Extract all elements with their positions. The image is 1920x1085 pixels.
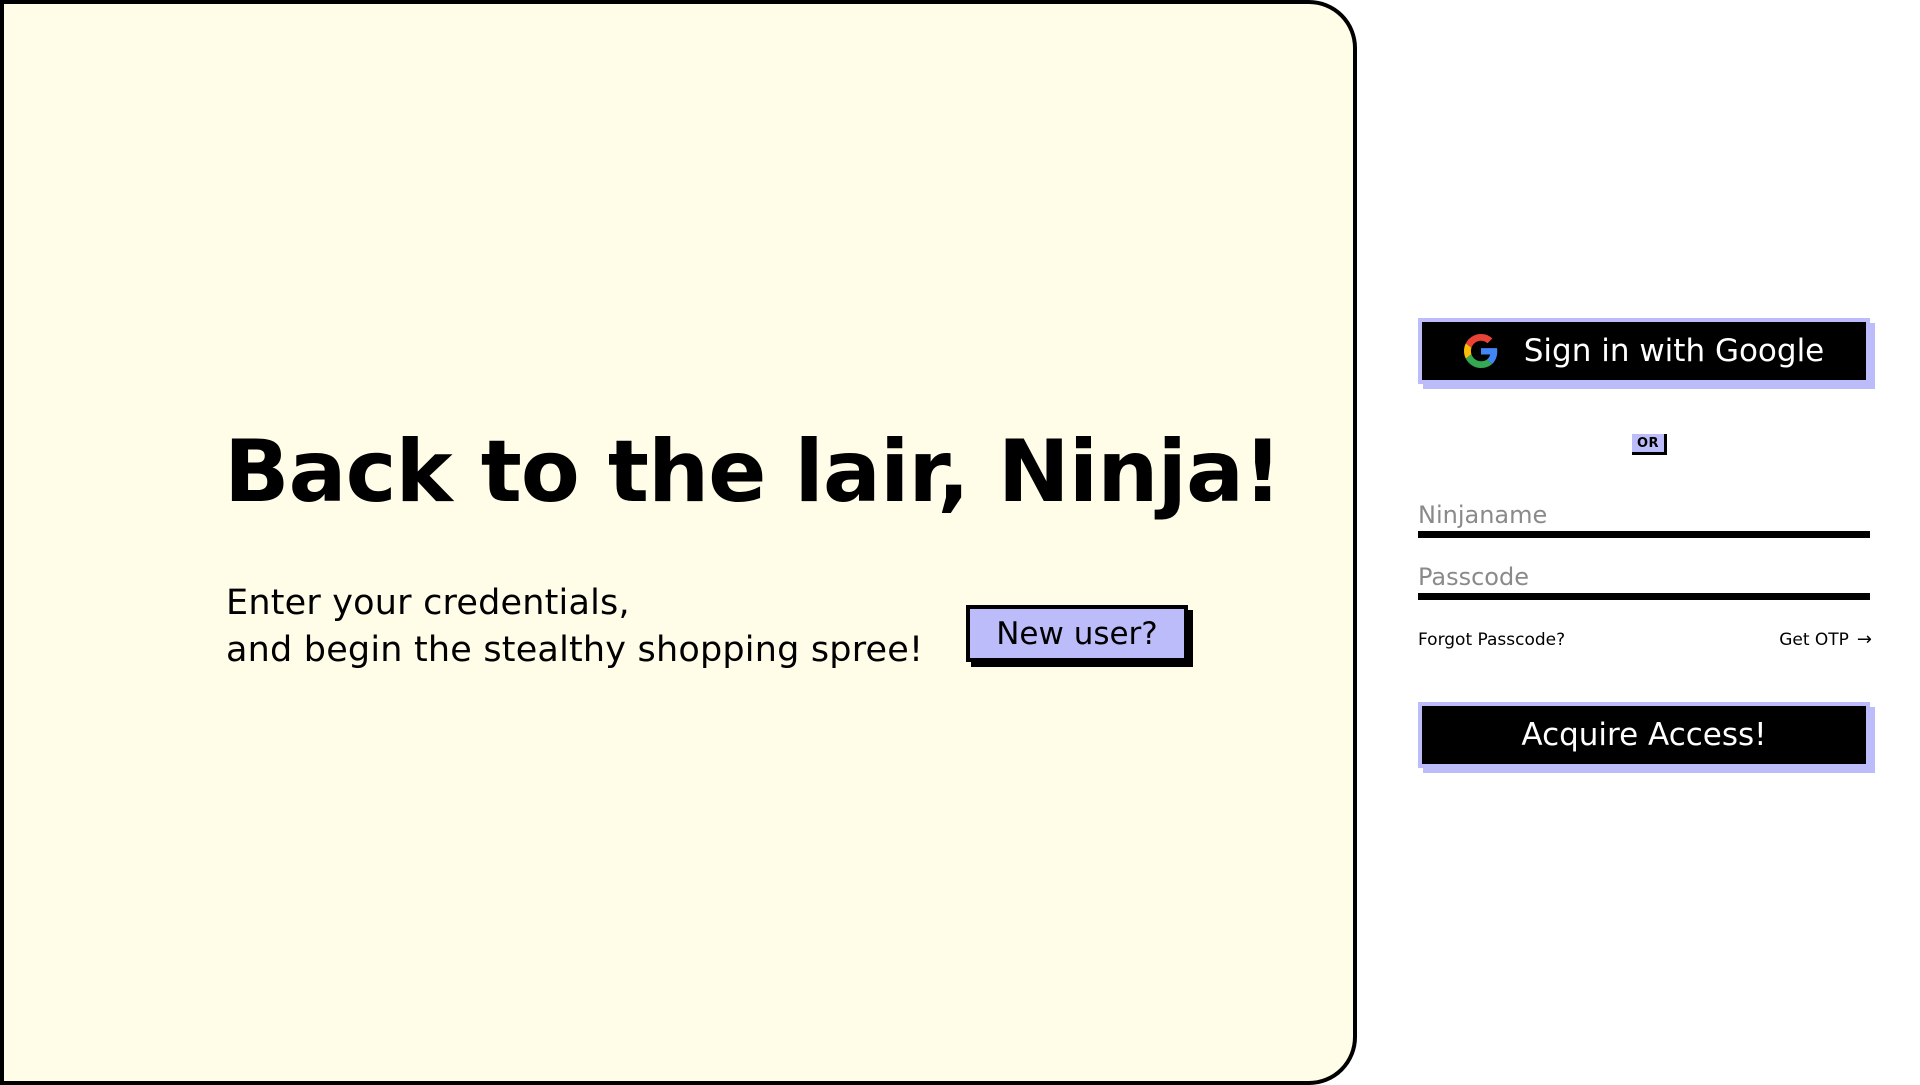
passcode-input[interactable] xyxy=(1418,560,1870,600)
arrow-right-icon: → xyxy=(1856,629,1872,650)
or-divider: OR xyxy=(1632,434,1668,455)
hero-subtitle-line-2: and begin the stealthy shopping spree! xyxy=(226,630,924,670)
or-badge: OR xyxy=(1632,434,1668,455)
page-title: Back to the lair, Ninja! xyxy=(224,422,1282,522)
acquire-access-button[interactable]: Acquire Access! xyxy=(1418,702,1870,768)
ninjaname-input[interactable] xyxy=(1418,498,1870,538)
google-sign-in-button[interactable]: Sign in with Google xyxy=(1418,318,1870,384)
hero-panel: Back to the lair, Ninja! Enter your cred… xyxy=(0,0,1357,1085)
hero-subtitle-line-1: Enter your credentials, xyxy=(226,583,630,623)
hero-subtitle: Enter your credentials, and begin the st… xyxy=(226,580,923,674)
get-otp-link[interactable]: Get OTP → xyxy=(1779,629,1872,650)
new-user-button[interactable]: New user? xyxy=(966,605,1188,662)
forgot-passcode-link[interactable]: Forgot Passcode? xyxy=(1418,630,1565,650)
auth-links-row: Forgot Passcode? Get OTP → xyxy=(1418,629,1872,650)
google-sign-in-label: Sign in with Google xyxy=(1523,333,1825,369)
google-icon xyxy=(1463,334,1498,368)
get-otp-label: Get OTP xyxy=(1779,629,1849,650)
